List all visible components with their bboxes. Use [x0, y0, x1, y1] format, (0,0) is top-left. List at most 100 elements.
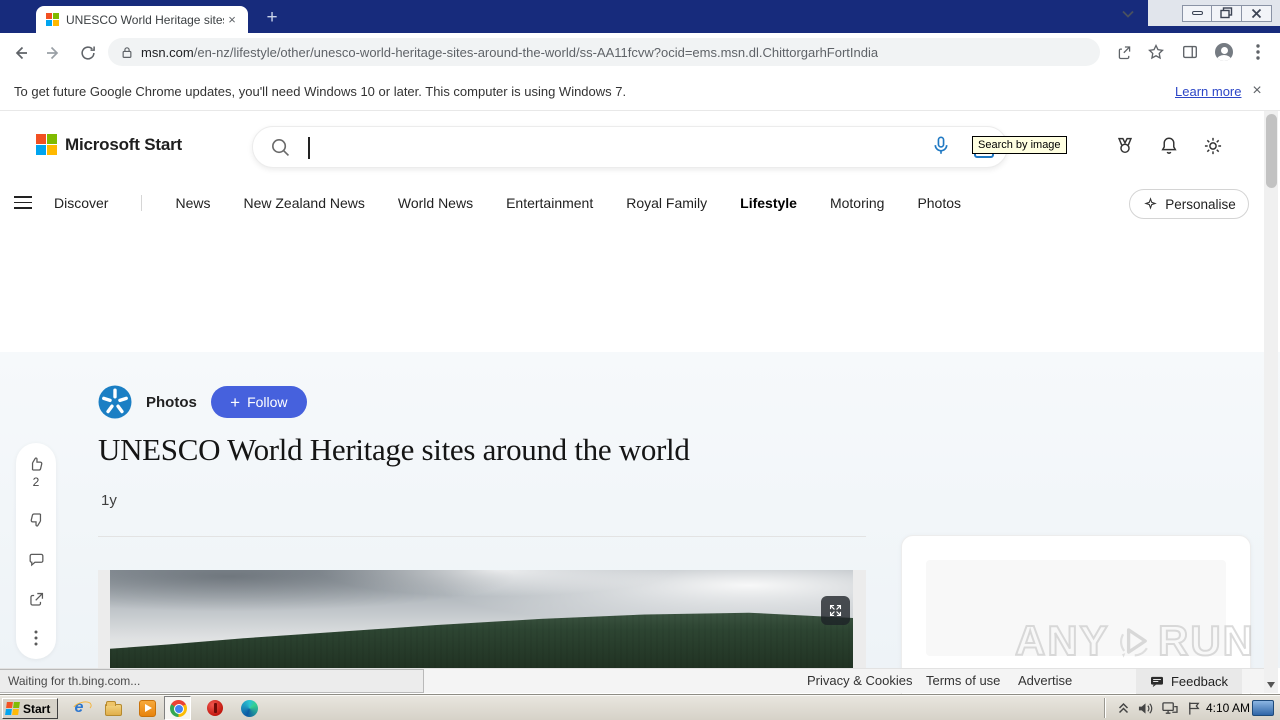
article-title: UNESCO World Heritage sites around the w…	[98, 432, 690, 467]
tray-network-icon[interactable]	[1158, 698, 1180, 718]
minimize-button[interactable]	[1182, 4, 1212, 22]
dislike-button[interactable]	[16, 508, 56, 530]
tab-close-icon[interactable]: ×	[224, 12, 240, 28]
window-controls	[1148, 0, 1280, 26]
nav-item-discover[interactable]: Discover	[54, 195, 108, 211]
mountain-ridge	[110, 612, 853, 672]
scrollbar-down-arrow[interactable]	[1267, 682, 1275, 688]
content-divider	[98, 536, 866, 537]
comments-button[interactable]	[16, 548, 56, 570]
tray-separator	[1104, 698, 1105, 718]
search-icon	[272, 139, 290, 157]
search-input[interactable]	[252, 126, 1008, 168]
photos-publisher-logo[interactable]	[98, 385, 132, 419]
terms-of-use-link[interactable]: Terms of use	[926, 673, 1000, 688]
advertise-link[interactable]: Advertise	[1018, 673, 1072, 688]
tab-title: UNESCO World Heritage sites aroun	[66, 12, 224, 27]
like-count: 2	[32, 475, 40, 489]
taskbar-edge-icon[interactable]	[238, 698, 260, 718]
more-options-icon[interactable]	[16, 627, 56, 649]
side-panel-icon[interactable]	[1178, 40, 1202, 64]
tray-volume-icon[interactable]	[1134, 698, 1156, 718]
taskbar-chrome-icon[interactable]	[167, 698, 189, 718]
back-icon[interactable]	[6, 39, 34, 67]
browser-toolbar: msn.com/en-nz/lifestyle/other/unesco-wor…	[0, 33, 1280, 72]
share-icon[interactable]	[1112, 40, 1136, 64]
nav-item-news[interactable]: News	[175, 195, 210, 211]
tray-hidden-icons-chevron[interactable]	[1112, 698, 1134, 718]
close-window-button[interactable]	[1242, 4, 1272, 22]
nav-item-new-zealand-news[interactable]: New Zealand News	[243, 195, 364, 211]
start-label: Start	[23, 701, 51, 716]
like-button[interactable]	[16, 453, 56, 475]
tray-clock[interactable]: 4:10 AM	[1206, 695, 1252, 720]
page-footer: Waiting for th.bing.com... Privacy & Coo…	[0, 668, 1264, 694]
profile-avatar[interactable]	[1212, 40, 1236, 64]
publisher-row: Photos + Follow	[98, 385, 307, 419]
notice-text: To get future Google Chrome updates, you…	[14, 83, 627, 99]
fullscreen-expand-icon[interactable]	[821, 596, 850, 625]
nav-item-royal-family[interactable]: Royal Family	[626, 195, 707, 211]
show-desktop-button[interactable]	[1252, 700, 1274, 716]
publisher-name[interactable]: Photos	[146, 394, 197, 411]
taskbar-ie-icon[interactable]: e	[68, 698, 90, 718]
sidebar-card-placeholder	[926, 560, 1226, 656]
taskbar-explorer-icon[interactable]	[102, 698, 124, 718]
nav-divider	[141, 194, 143, 211]
privacy-cookies-link[interactable]: Privacy & Cookies	[807, 673, 912, 688]
chrome-update-notice: To get future Google Chrome updates, you…	[0, 72, 1280, 111]
notifications-bell-icon[interactable]	[1158, 135, 1180, 157]
msn-nav: Discover News New Zealand News World New…	[0, 180, 1280, 225]
learn-more-link[interactable]: Learn more	[1175, 84, 1241, 99]
nav-item-world-news[interactable]: World News	[398, 195, 473, 211]
feedback-button[interactable]: Feedback	[1136, 669, 1242, 694]
brand-text: Microsoft Start	[65, 134, 182, 154]
url-text: msn.com/en-nz/lifestyle/other/unesco-wor…	[141, 44, 879, 60]
lock-icon	[122, 46, 132, 58]
start-button[interactable]: Start	[2, 698, 58, 719]
bookmark-star-icon[interactable]	[1144, 40, 1168, 64]
windows-flag-icon	[5, 702, 20, 715]
article-age: 1y	[101, 492, 117, 509]
follow-label: Follow	[247, 394, 288, 410]
search-by-image-tooltip: Search by image	[972, 136, 1067, 154]
personalise-button[interactable]: Personalise	[1129, 189, 1249, 219]
plus-icon: +	[230, 392, 241, 412]
text-caret	[308, 137, 310, 159]
nav-item-photos[interactable]: Photos	[917, 195, 961, 211]
feedback-label: Feedback	[1170, 674, 1229, 689]
nav-item-lifestyle[interactable]: Lifestyle	[740, 195, 797, 211]
tray-action-center-flag-icon[interactable]	[1183, 698, 1205, 718]
hamburger-menu-icon[interactable]	[14, 196, 32, 209]
new-tab-button[interactable]: +	[260, 6, 284, 30]
forward-icon[interactable]	[40, 39, 68, 67]
nav-item-motoring[interactable]: Motoring	[830, 195, 884, 211]
address-bar[interactable]: msn.com/en-nz/lifestyle/other/unesco-wor…	[108, 38, 1100, 66]
browser-menu-icon[interactable]	[1246, 40, 1270, 64]
scrollbar-thumb[interactable]	[1265, 114, 1277, 188]
feedback-icon	[1150, 676, 1163, 687]
notice-close-icon[interactable]: ×	[1248, 82, 1266, 100]
settings-gear-icon[interactable]	[1202, 135, 1224, 157]
browser-tab[interactable]: UNESCO World Heritage sites aroun ×	[36, 6, 248, 33]
window-titlebar: UNESCO World Heritage sites aroun × +	[0, 0, 1280, 33]
tab-search-chevron-icon[interactable]	[1118, 4, 1138, 24]
reaction-rail: 2	[16, 443, 56, 659]
msn-favicon-icon	[46, 13, 59, 26]
taskbar-opera-icon[interactable]	[204, 698, 226, 718]
share-article-button[interactable]	[16, 588, 56, 610]
restore-button[interactable]	[1212, 4, 1242, 22]
browser-status-text: Waiting for th.bing.com...	[0, 669, 424, 693]
microsoft-start-logo[interactable]: Microsoft Start	[36, 134, 182, 155]
page-scrollbar[interactable]	[1264, 111, 1278, 693]
rewards-icon[interactable]	[1114, 135, 1136, 157]
voice-search-icon[interactable]	[930, 135, 952, 157]
reload-icon[interactable]	[74, 39, 102, 67]
taskbar-media-player-icon[interactable]	[136, 698, 158, 718]
personalise-label: Personalise	[1165, 196, 1236, 212]
nav-item-entertainment[interactable]: Entertainment	[506, 195, 593, 211]
screen: UNESCO World Heritage sites aroun × +	[0, 0, 1280, 720]
hero-photo[interactable]	[110, 570, 853, 672]
follow-button[interactable]: + Follow	[210, 386, 307, 418]
microsoft-logo-icon	[36, 134, 57, 155]
